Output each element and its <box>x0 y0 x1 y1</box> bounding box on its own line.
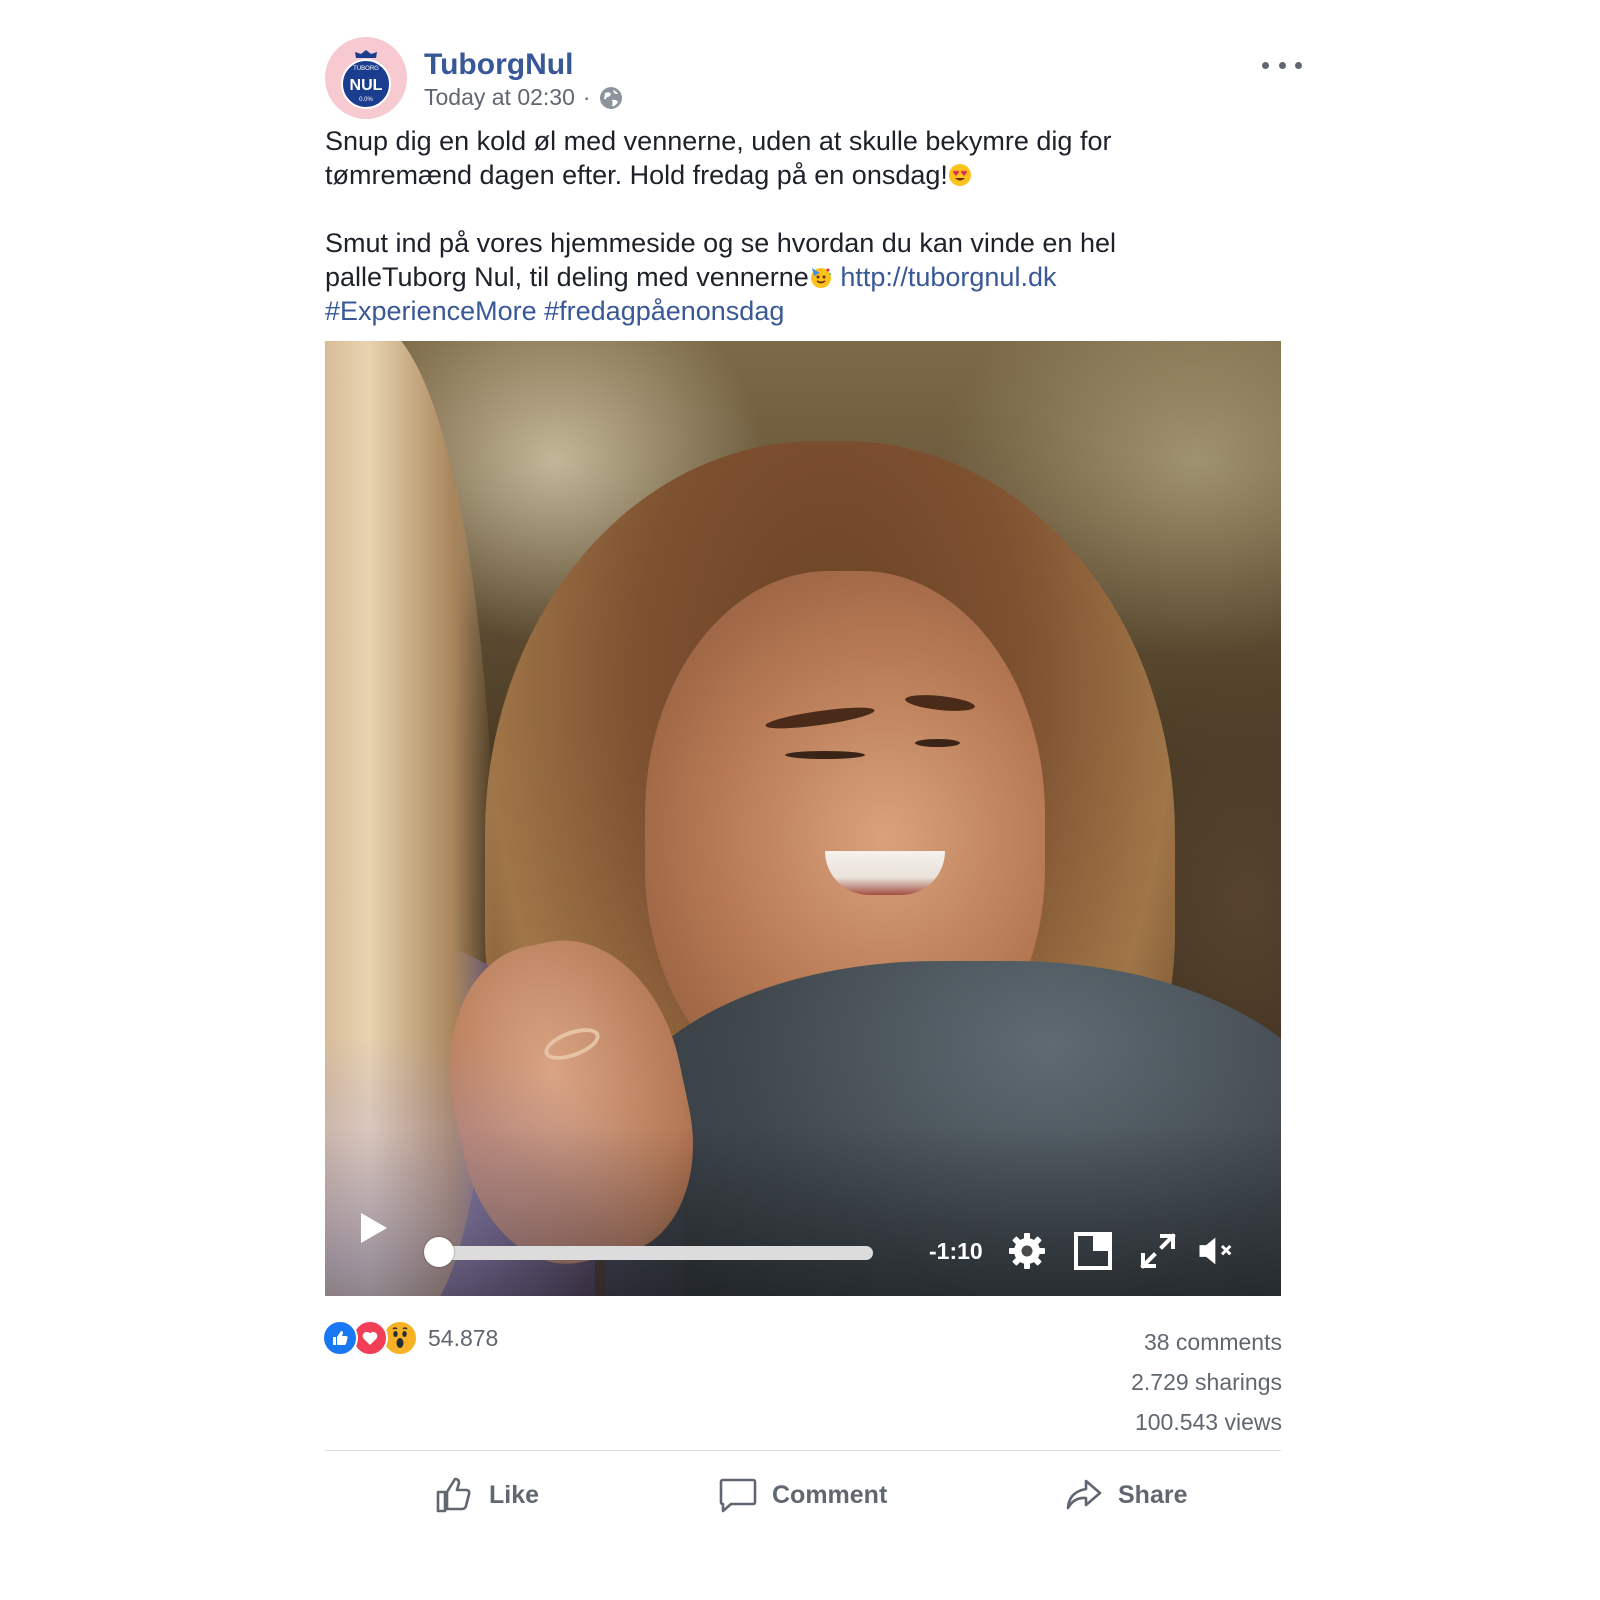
party-face-emoji-icon <box>810 268 831 288</box>
more-dot <box>1278 61 1286 69</box>
share-arrow-icon <box>1066 1479 1102 1510</box>
logo-main-text: NUL <box>350 77 383 94</box>
post-text-line: palleTuborg Nul, til deling med vennerne… <box>325 260 1255 294</box>
comment-label: Comment <box>772 1480 888 1509</box>
video-scrubber-handle[interactable] <box>424 1237 454 1267</box>
comment-bubble-icon <box>719 1478 757 1513</box>
logo-bottom-text: 0.0% <box>359 97 373 103</box>
engagement-stats: 38 comments 2.729 sharings 100.543 views <box>1131 1322 1282 1442</box>
post-text-segment: palleTuborg Nul, til deling med vennerne <box>325 262 809 292</box>
shares-count-link[interactable]: 2.729 sharings <box>1131 1362 1282 1402</box>
views-count: 100.543 views <box>1134 1409 1282 1435</box>
settings-gear-icon[interactable] <box>1007 1231 1047 1271</box>
comments-count-link[interactable]: 38 comments <box>1131 1322 1282 1362</box>
post-text-line: tømremænd dagen efter. Hold fredag på en… <box>325 158 1255 192</box>
post-message: Snup dig en kold øl med vennerne, uden a… <box>325 124 1255 328</box>
hashtag-link[interactable]: #fredagpåenonsdag <box>544 296 784 326</box>
reaction-count: 54.878 <box>428 1324 499 1351</box>
like-label: Like <box>489 1480 540 1509</box>
picture-in-picture-icon[interactable] <box>1073 1231 1113 1271</box>
more-dot <box>1262 61 1269 69</box>
logo-top-text: TUBORG <box>353 66 379 72</box>
more-dot <box>1295 61 1302 69</box>
reactions-summary[interactable]: 54.878 <box>322 1320 498 1356</box>
post-text-segment: tømremænd dagen efter. Hold fredag på en… <box>325 160 948 190</box>
actions-divider <box>325 1450 1281 1451</box>
play-icon[interactable] <box>361 1213 387 1243</box>
share-button[interactable]: Share <box>1064 1470 1187 1520</box>
tuborg-nul-logo-icon: TUBORG NUL 0.0% <box>341 50 391 109</box>
video-frame-detail <box>915 739 960 747</box>
share-label: Share <box>1118 1480 1188 1509</box>
heart-eyes-emoji-icon <box>948 164 971 186</box>
fullscreen-icon[interactable] <box>1138 1231 1178 1271</box>
more-options-button[interactable] <box>1262 52 1302 78</box>
post-timestamp[interactable]: Today at 02:30 <box>424 84 575 111</box>
video-remaining-time: -1:10 <box>929 1238 983 1264</box>
post-meta: Today at 02:30 · <box>424 84 623 111</box>
video-frame-detail <box>785 751 865 759</box>
video-player[interactable]: -1:10 <box>325 341 1281 1296</box>
like-button[interactable]: Like <box>435 1470 539 1520</box>
page-avatar[interactable]: TUBORG NUL 0.0% <box>325 37 407 119</box>
globe-icon[interactable] <box>599 86 623 110</box>
volume-muted-icon[interactable] <box>1197 1231 1237 1271</box>
video-progress-bar[interactable] <box>437 1246 873 1260</box>
post-text-line: Smut ind på vores hjemmeside og se hvord… <box>325 228 1116 258</box>
post-text-line: #ExperienceMore #fredagpåenonsdag <box>325 294 1255 328</box>
meta-separator: · <box>582 84 591 110</box>
hashtag-link[interactable]: #ExperienceMore <box>325 296 537 326</box>
post-text-line: Snup dig en kold øl med vennerne, uden a… <box>325 126 1112 156</box>
like-reaction-icon <box>322 1320 358 1356</box>
website-link[interactable]: http://tuborgnul.dk <box>840 262 1056 292</box>
page-name-link[interactable]: TuborgNul <box>424 48 573 82</box>
comment-button[interactable]: Comment <box>718 1470 887 1520</box>
thumbs-up-icon <box>436 1477 471 1513</box>
